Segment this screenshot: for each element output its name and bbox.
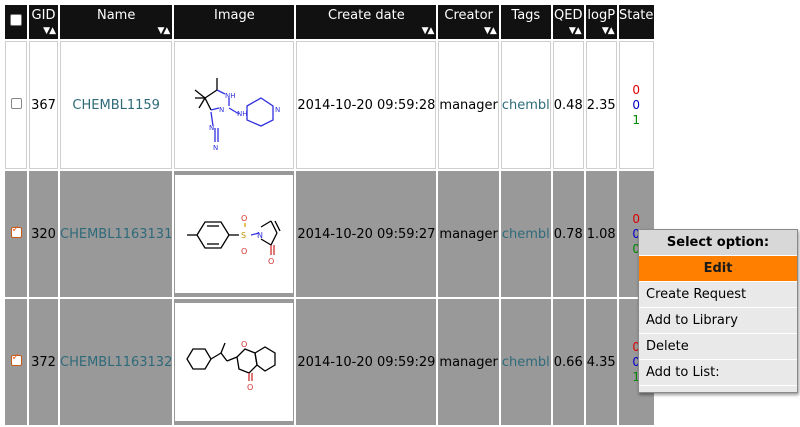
column-header-state: State bbox=[618, 5, 654, 39]
row-checkbox[interactable] bbox=[10, 224, 22, 238]
row-checkbox[interactable] bbox=[10, 97, 22, 109]
atom-label: N bbox=[257, 231, 263, 240]
image-cell: NH NH N N N N bbox=[174, 41, 295, 169]
row-select-cell[interactable] bbox=[5, 171, 27, 297]
qed-cell: 0.48 bbox=[552, 41, 584, 169]
menu-item-add-to-library[interactable]: Add to Library bbox=[639, 308, 797, 334]
creator-cell: manager bbox=[438, 299, 499, 425]
atom-label: O bbox=[268, 257, 274, 266]
atom-label: O bbox=[241, 247, 247, 256]
gid-cell: 367 bbox=[29, 41, 58, 169]
sort-arrows-icon[interactable]: ▼▲ bbox=[602, 27, 615, 36]
context-menu-title: Select option: bbox=[639, 230, 797, 256]
menu-item-create-request[interactable]: Create Request bbox=[639, 282, 797, 308]
create-date-cell: 2014-10-20 09:59:29 bbox=[296, 299, 437, 425]
tags-cell: chembl bbox=[500, 299, 551, 425]
qed-cell: 0.66 bbox=[552, 299, 584, 425]
state-value: 0 bbox=[632, 211, 640, 226]
table-row[interactable]: 320 CHEMBL1163131 bbox=[5, 171, 654, 297]
column-header-create-date[interactable]: Create date ▼▲ bbox=[296, 5, 437, 39]
row-checkbox[interactable] bbox=[10, 352, 22, 366]
column-header-creator[interactable]: Creator ▼▲ bbox=[438, 5, 499, 39]
state-value: 1 bbox=[632, 112, 640, 127]
compound-table: GID ▼▲ Name ▼▲ Image Create date ▼▲ Crea… bbox=[3, 3, 656, 427]
column-label-name: Name bbox=[96, 8, 136, 23]
column-header-gid[interactable]: GID ▼▲ bbox=[29, 5, 58, 39]
column-header-tags: Tags bbox=[500, 5, 551, 39]
compound-name-link[interactable]: CHEMBL1163131 bbox=[60, 227, 172, 242]
column-header-logp[interactable]: logP ▼▲ bbox=[585, 5, 617, 39]
state-value: 0 bbox=[632, 97, 640, 112]
molecule-image[interactable]: S O O N O bbox=[175, 175, 294, 293]
atom-label: NH bbox=[225, 92, 236, 100]
sort-arrows-icon[interactable]: ▼▲ bbox=[484, 27, 497, 36]
create-date-cell: 2014-10-20 09:59:27 bbox=[296, 171, 437, 297]
table-header-row: GID ▼▲ Name ▼▲ Image Create date ▼▲ Crea… bbox=[5, 5, 654, 39]
tags-cell: chembl bbox=[500, 171, 551, 297]
atom-label: S bbox=[241, 231, 246, 240]
row-select-cell[interactable] bbox=[5, 299, 27, 425]
sort-arrows-icon[interactable]: ▼▲ bbox=[158, 27, 171, 36]
molecule-structure-icon: O O bbox=[186, 340, 276, 392]
column-label-gid: GID bbox=[31, 8, 56, 23]
tags-cell: chembl bbox=[500, 41, 551, 169]
atom-label: O bbox=[241, 340, 247, 349]
state-cell: 0 0 1 bbox=[618, 41, 654, 169]
table-row[interactable]: 367 CHEMBL1159 NH NH N N N N 2014-10-20 … bbox=[5, 41, 654, 169]
column-header-qed[interactable]: QED ▼▲ bbox=[552, 5, 584, 39]
menu-item-edit[interactable]: Edit bbox=[639, 256, 797, 282]
table-row[interactable]: 372 CHEMBL1163132 bbox=[5, 299, 654, 425]
compound-name-link[interactable]: CHEMBL1159 bbox=[72, 98, 160, 113]
select-all-header bbox=[5, 5, 27, 39]
qed-cell: 0.78 bbox=[552, 171, 584, 297]
atom-label: O bbox=[247, 383, 253, 392]
column-label-image: Image bbox=[213, 8, 255, 23]
column-label-qed: QED bbox=[554, 8, 583, 23]
logp-cell: 2.35 bbox=[585, 41, 617, 169]
molecule-structure-icon: NH NH N N N N bbox=[194, 78, 281, 152]
menu-item-add-to-list[interactable]: Add to List: bbox=[639, 360, 797, 386]
column-header-name[interactable]: Name ▼▲ bbox=[60, 5, 173, 39]
name-cell: CHEMBL1159 bbox=[60, 41, 173, 169]
atom-label: N bbox=[209, 124, 214, 132]
atom-label: N bbox=[213, 144, 218, 152]
column-label-tags: Tags bbox=[511, 8, 541, 23]
logp-cell: 1.08 bbox=[585, 171, 617, 297]
state-value: 0 bbox=[632, 82, 640, 97]
logp-cell: 4.35 bbox=[585, 299, 617, 425]
column-label-creator: Creator bbox=[444, 8, 493, 23]
image-cell: S O O N O bbox=[174, 171, 295, 297]
column-label-logp: logP bbox=[587, 8, 616, 23]
create-date-cell: 2014-10-20 09:59:28 bbox=[296, 41, 437, 169]
tag-link[interactable]: chembl bbox=[502, 98, 550, 113]
creator-cell: manager bbox=[438, 171, 499, 297]
sort-arrows-icon[interactable]: ▼▲ bbox=[422, 27, 435, 36]
molecule-image[interactable]: NH NH N N N N bbox=[175, 46, 294, 164]
atom-label: O bbox=[241, 214, 247, 223]
context-menu: Select option: Edit Create Request Add t… bbox=[638, 229, 798, 393]
name-cell: CHEMBL1163131 bbox=[60, 171, 173, 297]
gid-cell: 372 bbox=[29, 299, 58, 425]
gid-cell: 320 bbox=[29, 171, 58, 297]
molecule-image[interactable]: O O bbox=[175, 303, 294, 421]
tag-link[interactable]: chembl bbox=[502, 227, 550, 242]
menu-item-delete[interactable]: Delete bbox=[639, 334, 797, 360]
sort-arrows-icon[interactable]: ▼▲ bbox=[569, 27, 582, 36]
row-select-cell[interactable] bbox=[5, 41, 27, 169]
atom-label: NH bbox=[237, 110, 248, 118]
tag-link[interactable]: chembl bbox=[502, 355, 550, 370]
select-all-checkbox[interactable] bbox=[10, 14, 22, 26]
column-label-state: State bbox=[618, 8, 654, 23]
column-label-create-date: Create date bbox=[328, 8, 405, 23]
creator-cell: manager bbox=[438, 41, 499, 169]
sort-arrows-icon[interactable]: ▼▲ bbox=[43, 27, 56, 36]
atom-label: N bbox=[219, 106, 224, 114]
column-header-image: Image bbox=[174, 5, 295, 39]
atom-label: N bbox=[275, 106, 280, 114]
compound-name-link[interactable]: CHEMBL1163132 bbox=[60, 355, 172, 370]
image-cell: O O bbox=[174, 299, 295, 425]
name-cell: CHEMBL1163132 bbox=[60, 299, 173, 425]
molecule-structure-icon: S O O N O bbox=[187, 214, 281, 266]
